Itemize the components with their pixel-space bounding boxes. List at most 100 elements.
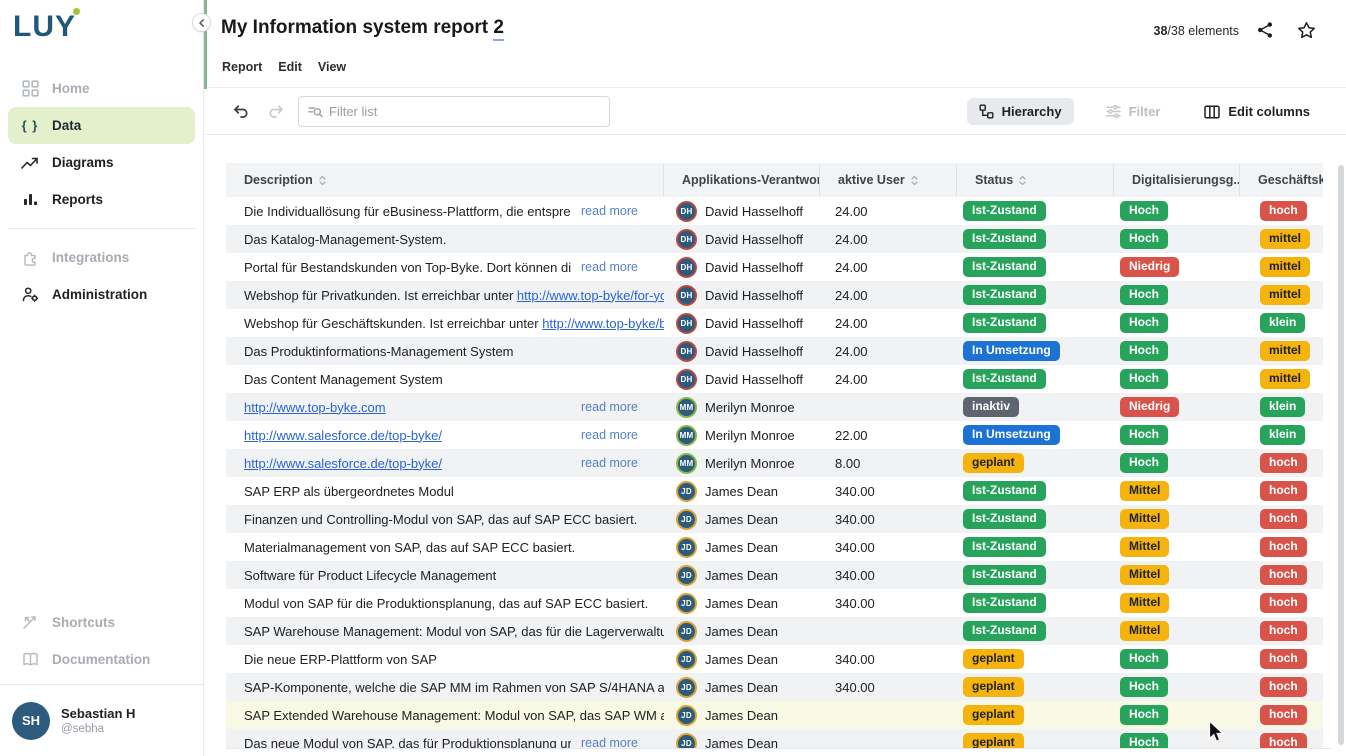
sidebar-item-label: Diagrams <box>52 155 114 170</box>
owner-avatar: JD <box>676 593 697 614</box>
table-row[interactable]: Portal für Bestandskunden von Top-Byke. … <box>226 253 1323 281</box>
owner-name: Merilyn Monroe <box>705 428 795 443</box>
description-link[interactable]: http://www.salesforce.de/top-byke/ <box>244 456 442 471</box>
menu-view[interactable]: View <box>318 60 346 74</box>
column-header-active-users[interactable]: aktive User <box>820 163 957 197</box>
criticality-cell: hoch <box>1240 617 1323 645</box>
active-users-cell: 24.00 <box>820 253 957 281</box>
sidebar-item-shortcuts[interactable]: Shortcuts <box>8 604 195 641</box>
sidebar-item-data[interactable]: { } Data <box>8 107 195 144</box>
table-row[interactable]: Modul von SAP für die Produktionsplanung… <box>226 589 1323 617</box>
criticality-badge: hoch <box>1260 593 1307 613</box>
sidebar-collapse-button[interactable] <box>192 13 211 32</box>
read-more-link[interactable]: read more <box>571 204 664 218</box>
criticality-cell: mittel <box>1240 225 1323 253</box>
column-header-status[interactable]: Status <box>957 163 1114 197</box>
status-cell: Ist-Zustand <box>957 505 1114 533</box>
undo-button[interactable] <box>230 100 252 122</box>
share-button[interactable] <box>1255 20 1275 40</box>
read-more-link[interactable]: read more <box>571 400 664 414</box>
description-cell: SAP-Komponente, welche die SAP MM im Rah… <box>226 673 664 701</box>
edit-columns-button[interactable]: Edit columns <box>1192 98 1322 125</box>
table-row[interactable]: SAP-Komponente, welche die SAP MM im Rah… <box>226 673 1323 701</box>
table-row[interactable]: Die Individuallösung für eBusiness-Platt… <box>226 197 1323 225</box>
read-more-link[interactable]: read more <box>571 260 664 274</box>
table-row[interactable]: http://www.salesforce.de/top-byke/read m… <box>226 449 1323 477</box>
table-row[interactable]: Webshop für Geschäftskunden. Ist erreich… <box>226 309 1323 337</box>
sidebar-item-diagrams[interactable]: Diagrams <box>8 144 195 181</box>
description-fragment: Das Produktinformations-Management Syste… <box>244 344 514 359</box>
table-row[interactable]: SAP Warehouse Management: Modul von SAP,… <box>226 617 1323 645</box>
sidebar-item-integrations[interactable]: Integrations <box>8 239 195 276</box>
status-cell: Ist-Zustand <box>957 281 1114 309</box>
table-row[interactable]: Das Produktinformations-Management Syste… <box>226 337 1323 365</box>
column-header-description[interactable]: Description <box>226 163 664 197</box>
status-badge: Ist-Zustand <box>963 537 1046 557</box>
responsible-cell: JDJames Dean <box>664 673 820 701</box>
digitalization-badge: Hoch <box>1120 705 1168 725</box>
logo-dot <box>73 8 80 15</box>
filter-button[interactable]: Filter <box>1094 98 1173 125</box>
column-header-digitalization[interactable]: Digitalisierungsg... <box>1114 163 1240 197</box>
status-cell: geplant <box>957 701 1114 729</box>
digitalization-cell: Mittel <box>1114 533 1240 561</box>
read-more-link[interactable]: read more <box>571 428 664 442</box>
active-users-cell <box>820 393 957 421</box>
hierarchy-label: Hierarchy <box>1002 104 1062 119</box>
filter-list-input[interactable] <box>329 104 609 119</box>
read-more-link[interactable]: read more <box>571 456 664 470</box>
description-link[interactable]: http://www.top-byke.com <box>244 400 386 415</box>
menu-report[interactable]: Report <box>222 60 262 74</box>
criticality-cell: hoch <box>1240 645 1323 673</box>
report-content: Description Applikations-Verantwort... a… <box>205 135 1346 756</box>
table-row[interactable]: Materialmanagement von SAP, das auf SAP … <box>226 533 1323 561</box>
status-cell: Ist-Zustand <box>957 561 1114 589</box>
status-cell: Ist-Zustand <box>957 533 1114 561</box>
table-row[interactable]: Die neue ERP-Plattform von SAPJDJames De… <box>226 645 1323 673</box>
description-link[interactable]: http://www.salesforce.de/top-byke/ <box>244 428 442 443</box>
column-header-responsible[interactable]: Applikations-Verantwort... <box>664 163 820 197</box>
sidebar-item-home[interactable]: Home <box>8 70 195 107</box>
sidebar-item-administration[interactable]: Administration <box>8 276 195 313</box>
table-row[interactable]: Software für Product Lifecycle Managemen… <box>226 561 1323 589</box>
sidebar-item-documentation[interactable]: Documentation <box>8 641 195 678</box>
description-cell: Materialmanagement von SAP, das auf SAP … <box>226 533 664 561</box>
description-text: Finanzen und Controlling-Modul von SAP, … <box>244 512 637 527</box>
table-header: Description Applikations-Verantwort... a… <box>226 163 1323 197</box>
status-badge: Ist-Zustand <box>963 201 1046 221</box>
table-row[interactable]: Das Content Management SystemDHDavid Has… <box>226 365 1323 393</box>
owner-name: James Dean <box>705 708 778 723</box>
elements-count-rest: /38 elements <box>1167 24 1239 38</box>
owner-avatar: JD <box>676 705 697 726</box>
description-fragment: Finanzen und Controlling-Modul von SAP, … <box>244 512 637 527</box>
table-row[interactable]: SAP Extended Warehouse Management: Modul… <box>226 701 1323 729</box>
owner-name: David Hasselhoff <box>705 316 803 331</box>
sidebar-item-reports[interactable]: Reports <box>8 181 195 218</box>
vertical-scrollbar[interactable] <box>1338 165 1344 745</box>
owner-avatar: JD <box>676 481 697 502</box>
digitalization-cell: Mittel <box>1114 561 1240 589</box>
column-header-business-criticality[interactable]: Geschäftskritik <box>1240 163 1323 197</box>
user-profile[interactable]: SH Sebastian H @sebha <box>0 684 203 756</box>
page-title[interactable]: My Information system report 2 <box>221 17 504 39</box>
table-row[interactable]: SAP ERP als übergeordnetes ModulJDJames … <box>226 477 1323 505</box>
redo-button[interactable] <box>264 100 286 122</box>
description-fragment: Modul von SAP für die Produktionsplanung… <box>244 596 648 611</box>
table-row[interactable]: Das Katalog-Management-System.DHDavid Ha… <box>226 225 1323 253</box>
owner-name: James Dean <box>705 680 778 695</box>
status-badge: In Umsetzung <box>963 341 1060 361</box>
hierarchy-toggle-button[interactable]: Hierarchy <box>967 98 1074 125</box>
table-row[interactable]: http://www.salesforce.de/top-byke/read m… <box>226 421 1323 449</box>
description-link[interactable]: http://www.top-byke/business/ <box>542 316 664 331</box>
description-link[interactable]: http://www.top-byke/for-you/ <box>517 288 664 303</box>
active-users-cell: 24.00 <box>820 225 957 253</box>
table-row[interactable]: http://www.top-byke.comread moreMMMerily… <box>226 393 1323 421</box>
status-cell: geplant <box>957 449 1114 477</box>
report-table: Description Applikations-Verantwort... a… <box>226 163 1323 756</box>
favorite-button[interactable] <box>1296 20 1316 40</box>
criticality-cell: mittel <box>1240 253 1323 281</box>
digitalization-badge: Mittel <box>1120 481 1169 501</box>
menu-edit[interactable]: Edit <box>278 60 302 74</box>
table-row[interactable]: Finanzen und Controlling-Modul von SAP, … <box>226 505 1323 533</box>
table-row[interactable]: Webshop für Privatkunden. Ist erreichbar… <box>226 281 1323 309</box>
